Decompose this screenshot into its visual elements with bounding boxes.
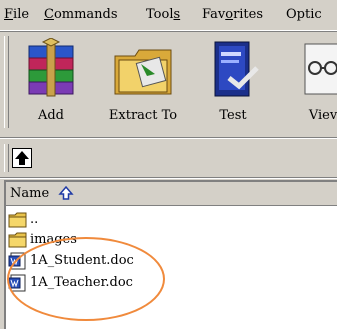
folder-icon	[8, 232, 27, 248]
nav-divider	[0, 177, 337, 179]
menu-commands[interactable]: Commands	[44, 7, 118, 22]
file-name: 1A_Teacher.doc	[30, 275, 133, 290]
file-name: images	[30, 232, 77, 247]
column-header-label: Name	[10, 186, 50, 201]
winrar-window: File Commands Tools Favorites Optic Add	[0, 0, 337, 329]
file-list: Name .. images 1A_Student.doc 1A_Teacher…	[4, 180, 337, 329]
add-button[interactable]: Add	[14, 38, 88, 128]
up-folder-button[interactable]	[12, 148, 32, 168]
up-arrow-icon	[15, 151, 29, 165]
extract-to-label: Extract To	[108, 108, 178, 123]
navigation-bar	[0, 140, 337, 176]
view-button[interactable]: Viev	[286, 38, 337, 128]
test-label: Test	[219, 108, 247, 123]
column-header-name[interactable]: Name	[6, 182, 337, 206]
menu-favorites[interactable]: Favorites	[202, 7, 263, 22]
extract-to-button[interactable]: Extract To	[100, 38, 186, 128]
navigation-grip[interactable]	[4, 144, 9, 172]
word-document-icon	[8, 252, 26, 270]
add-archive-icon	[28, 38, 74, 97]
menu-bar: File Commands Tools Favorites Optic	[0, 0, 337, 31]
toolbar-grip[interactable]	[4, 36, 9, 128]
menu-tools[interactable]: Tools	[146, 7, 180, 22]
menu-options[interactable]: Optic	[286, 7, 322, 22]
file-name: ..	[30, 212, 39, 227]
extract-to-icon	[114, 49, 172, 95]
sort-ascending-icon	[58, 185, 74, 200]
add-label: Add	[37, 108, 65, 123]
view-icon	[304, 43, 337, 95]
toolbar: Add Extract To Test Viev	[0, 32, 337, 136]
word-document-icon	[8, 274, 26, 292]
menu-file[interactable]: File	[4, 7, 29, 22]
file-name: 1A_Student.doc	[30, 253, 134, 268]
view-label: Viev	[308, 108, 337, 123]
test-icon	[214, 41, 259, 97]
toolbar-divider	[0, 137, 337, 139]
test-button[interactable]: Test	[196, 38, 270, 128]
folder-icon	[8, 212, 27, 228]
